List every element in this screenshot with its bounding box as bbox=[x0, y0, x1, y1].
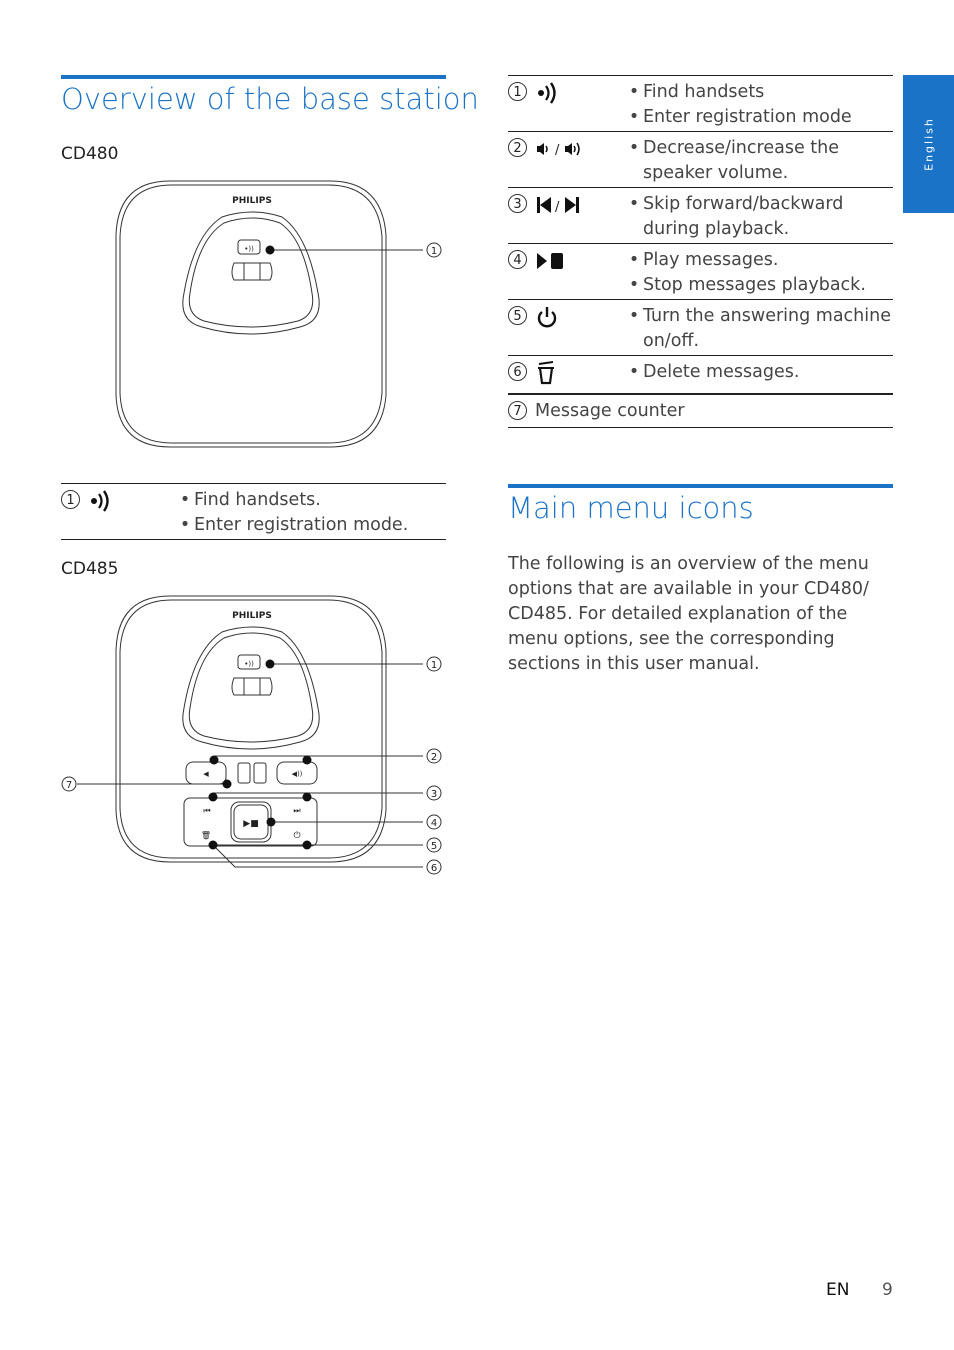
svg-text:◀)): ◀)) bbox=[292, 770, 303, 778]
item-number: 3 bbox=[508, 194, 527, 213]
item-number: 2 bbox=[508, 138, 527, 157]
bullet-text: Decrease/increase the speaker volume. bbox=[643, 138, 839, 183]
svg-text:⏮: ⏮ bbox=[203, 806, 210, 815]
page-number: 9 bbox=[882, 1280, 893, 1300]
item-number: 5 bbox=[508, 306, 527, 325]
table-row: 7 Message counter bbox=[508, 395, 893, 428]
section-title: Main menu icons bbox=[508, 491, 754, 525]
table-row: 3 / • Skip forward/backward during playba… bbox=[508, 188, 893, 244]
table-row: 2 / • Decrease/increase the speaker volum… bbox=[508, 132, 893, 188]
cradle-inner bbox=[188, 217, 314, 328]
table-row: 1 • Find handsets • Enter registration mod… bbox=[508, 76, 893, 132]
model-label-cd480: CD480 bbox=[61, 144, 119, 164]
skip-back-forward-icon: / bbox=[535, 194, 585, 216]
bullet-text: Stop messages playback. bbox=[643, 275, 866, 295]
svg-text:•)): •)) bbox=[244, 660, 254, 668]
cd480-button-table: 1 • Find handsets. • Enter registration mo… bbox=[61, 483, 446, 540]
callout-label: 1 bbox=[431, 660, 437, 671]
callout-dot bbox=[265, 245, 275, 255]
svg-text:⏻: ⏻ bbox=[293, 830, 300, 841]
find-handset-icon bbox=[88, 490, 114, 512]
bullet-text: Enter registration mode bbox=[643, 107, 852, 127]
item-number: 1 bbox=[508, 82, 527, 101]
page-title: Overview of the base station bbox=[61, 82, 479, 116]
callout-label: 7 bbox=[66, 780, 72, 791]
table-row: 4 • Play messages. • Stop messages playbac… bbox=[508, 244, 893, 300]
bullet-text: Skip forward/backward during playback. bbox=[643, 194, 844, 239]
svg-text:•)): •)) bbox=[244, 245, 254, 253]
separator: / bbox=[555, 200, 560, 215]
find-handset-icon bbox=[535, 82, 561, 104]
language-tab: English bbox=[903, 75, 954, 213]
language-tab-label: English bbox=[922, 117, 935, 171]
item-number: 6 bbox=[508, 362, 527, 381]
philips-logo: PHILIPS bbox=[232, 611, 272, 621]
svg-text:◀: ◀ bbox=[203, 770, 209, 778]
cd480-base-station-diagram: PHILIPS •)) 1 bbox=[115, 180, 442, 448]
callout-label: 6 bbox=[431, 863, 437, 874]
bullet-text: Turn the answering machine on/off. bbox=[643, 306, 891, 351]
bullet-text: Find handsets. bbox=[194, 490, 321, 510]
callout-label: 3 bbox=[431, 789, 437, 800]
callout-label: 4 bbox=[431, 818, 437, 829]
bullet-text: Enter registration mode. bbox=[194, 515, 409, 535]
section-paragraph: The following is an overview of the menu… bbox=[508, 554, 869, 674]
table-row: 6 • Delete messages. bbox=[508, 356, 893, 395]
bullet-text: Find handsets bbox=[643, 82, 765, 102]
philips-logo: PHILIPS bbox=[232, 196, 272, 206]
base-station-buttons-table: 1 • Find handsets • Enter registration mod… bbox=[508, 75, 893, 428]
bullet-text: Play messages. bbox=[643, 250, 779, 270]
separator: / bbox=[555, 143, 560, 158]
cradle-outer bbox=[182, 211, 320, 335]
volume-down-up-icon: / bbox=[535, 138, 589, 160]
item-number: 7 bbox=[508, 401, 527, 420]
power-icon bbox=[535, 306, 561, 328]
cd485-base-station-diagram: PHILIPS •)) ◀ ◀)) ⏮ ⏭ ▶■ 🗑 ⏻ 1 2 3 4 5 6… bbox=[61, 595, 442, 875]
model-label-cd485: CD485 bbox=[61, 559, 119, 579]
item-number: 4 bbox=[508, 250, 527, 269]
table-row: 5 • Turn the answering machine on/off. bbox=[508, 300, 893, 356]
callout-1-label: 1 bbox=[431, 246, 437, 257]
delete-icon bbox=[535, 361, 557, 385]
svg-text:⏭: ⏭ bbox=[293, 806, 300, 815]
charging-contacts bbox=[231, 262, 273, 281]
play-stop-icon bbox=[535, 250, 569, 272]
svg-text:▶■: ▶■ bbox=[243, 819, 258, 829]
table-row: 1 • Find handsets. • Enter registration mo… bbox=[61, 484, 446, 540]
callout-label: 2 bbox=[431, 752, 437, 763]
section-rule bbox=[508, 484, 893, 488]
base-outline-outer bbox=[115, 180, 387, 448]
base-outline-inner bbox=[119, 184, 383, 444]
footer-language: EN bbox=[826, 1280, 850, 1300]
bullet-text: Delete messages. bbox=[643, 362, 800, 382]
section-rule bbox=[61, 75, 446, 79]
message-counter-label: Message counter bbox=[535, 401, 685, 421]
item-number: 1 bbox=[61, 490, 80, 509]
svg-text:🗑: 🗑 bbox=[201, 831, 211, 840]
callout-label: 5 bbox=[431, 841, 437, 852]
